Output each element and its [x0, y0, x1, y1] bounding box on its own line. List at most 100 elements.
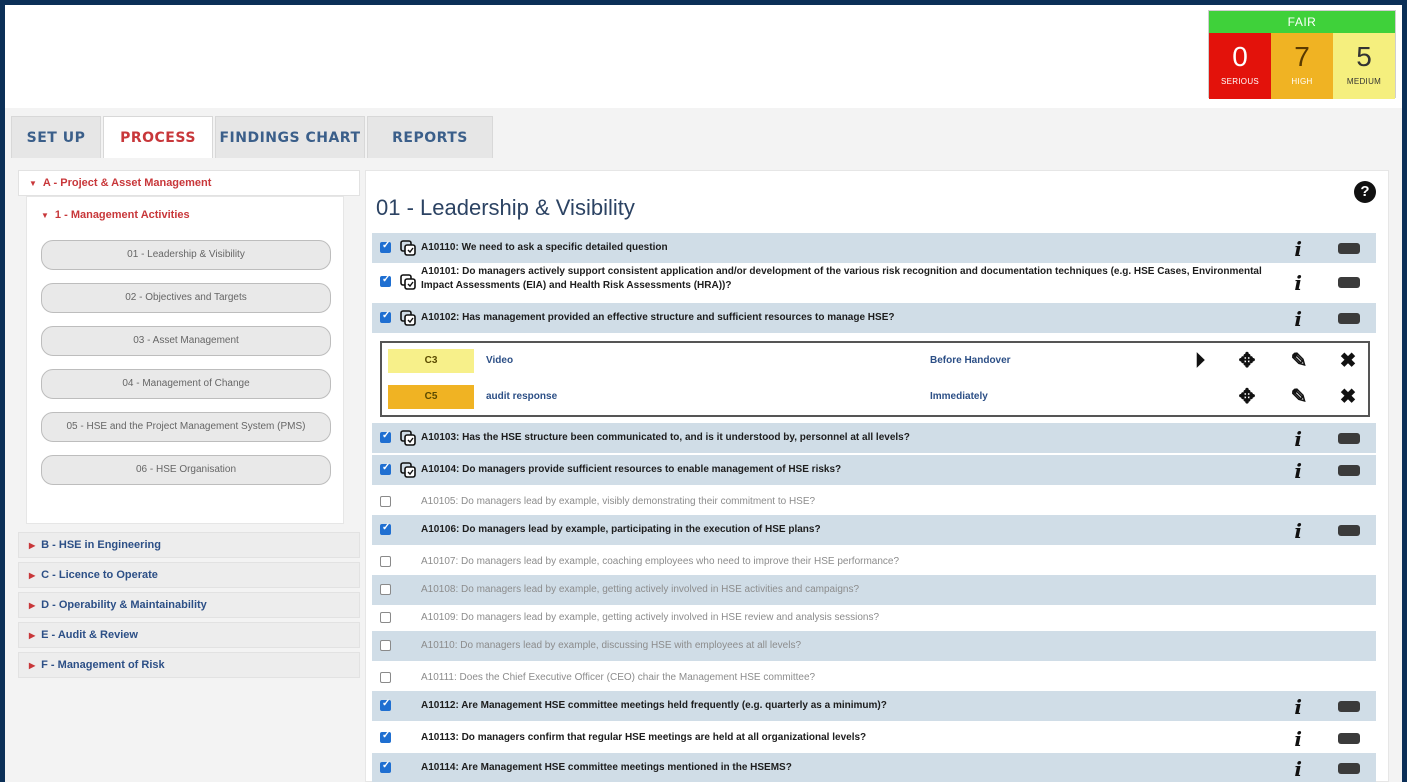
tag-icon[interactable] [1338, 277, 1360, 288]
sidebar-section-a[interactable]: ▼ A - Project & Asset Management [18, 170, 360, 196]
help-icon[interactable]: ? [1354, 181, 1376, 203]
play-icon[interactable]: ⏵ [1188, 349, 1212, 373]
action-code: C3 [388, 349, 474, 373]
question-text: A10113: Do managers confirm that regular… [421, 732, 867, 743]
serious-label: SERIOUS [1220, 77, 1260, 86]
sidebar-section-f[interactable]: ▶ F - Management of Risk [18, 652, 360, 678]
info-icon[interactable]: i [1294, 757, 1302, 781]
question-checkbox[interactable] [380, 640, 391, 651]
move-icon[interactable]: ✥ [1235, 385, 1259, 409]
info-icon[interactable]: i [1294, 459, 1302, 483]
caret-right-icon: ▶ [29, 541, 36, 550]
question-text: A10104: Do managers provide sufficient r… [421, 464, 842, 475]
action-code: C5 [388, 385, 474, 409]
copy-icon[interactable] [400, 310, 416, 326]
action-timing: Before Handover [930, 355, 1011, 366]
tag-icon[interactable] [1338, 733, 1360, 744]
action-description: audit response [486, 391, 558, 402]
question-checkbox[interactable] [380, 612, 391, 623]
sidebar-section-label: D - Operability & Maintainability [41, 599, 207, 611]
sidebar-section-b[interactable]: ▶ B - HSE in Engineering [18, 532, 360, 558]
caret-down-icon: ▼ [41, 211, 49, 220]
move-icon[interactable]: ✥ [1235, 349, 1259, 373]
caret-right-icon: ▶ [29, 631, 36, 640]
sidebar-section-label: E - Audit & Review [41, 629, 138, 641]
question-checkbox[interactable] [380, 310, 391, 323]
question-checkbox[interactable] [380, 430, 391, 443]
question-text: A10103: Has the HSE structure been commu… [421, 432, 910, 443]
edit-icon[interactable]: ✎ [1287, 349, 1311, 373]
serious-count: 0 SERIOUS [1209, 33, 1271, 99]
sidebar-item-leadership[interactable]: 01 - Leadership & Visibility [41, 240, 331, 270]
question-checkbox[interactable] [380, 730, 391, 743]
sidebar-section-d[interactable]: ▶ D - Operability & Maintainability [18, 592, 360, 618]
question-text: A10107: Do managers lead by example, coa… [421, 556, 900, 567]
info-icon[interactable]: i [1294, 237, 1302, 261]
tab-set-up[interactable]: SET UP [11, 116, 101, 158]
info-icon[interactable]: i [1294, 307, 1302, 331]
subsection-management-activities[interactable]: ▼ 1 - Management Activities [35, 203, 335, 227]
question-checkbox[interactable] [380, 556, 391, 567]
question-text: A10110: We need to ask a specific detail… [421, 242, 668, 253]
sidebar-item-hse-pms[interactable]: 05 - HSE and the Project Management Syst… [41, 412, 331, 442]
tab-bar: SET UP PROCESS FINDINGS CHART REPORTS [5, 108, 1402, 158]
question-checkbox[interactable] [380, 274, 391, 287]
question-text: A10112: Are Management HSE committee mee… [421, 700, 887, 711]
question-row: A10102: Has management provided an effec… [372, 303, 1376, 333]
sidebar-item-management-of-change[interactable]: 04 - Management of Change [41, 369, 331, 399]
tab-findings-chart[interactable]: FINDINGS CHART [215, 116, 365, 158]
tag-icon[interactable] [1338, 701, 1360, 712]
question-checkbox[interactable] [380, 462, 391, 475]
question-row: A10101: Do managers actively support con… [372, 263, 1376, 301]
tag-icon[interactable] [1338, 525, 1360, 536]
question-row: A10110: We need to ask a specific detail… [372, 233, 1376, 263]
info-icon[interactable]: i [1294, 519, 1302, 543]
copy-icon[interactable] [400, 462, 416, 478]
tab-process[interactable]: PROCESS [103, 116, 213, 158]
info-icon[interactable]: i [1294, 727, 1302, 751]
sidebar-item-asset-management[interactable]: 03 - Asset Management [41, 326, 331, 356]
sidebar-section-a-label: A - Project & Asset Management [42, 177, 212, 189]
question-checkbox[interactable] [380, 672, 391, 683]
question-checkbox[interactable] [380, 240, 391, 253]
tag-icon[interactable] [1338, 763, 1360, 774]
question-text: A10101: Do managers actively support con… [421, 266, 1262, 291]
sidebar-item-objectives[interactable]: 02 - Objectives and Targets [41, 283, 331, 313]
sidebar-section-c[interactable]: ▶ C - Licence to Operate [18, 562, 360, 588]
question-row: A10112: Are Management HSE committee mee… [372, 691, 1376, 721]
question-checkbox[interactable] [380, 522, 391, 535]
medium-value: 5 [1356, 41, 1372, 72]
tag-icon[interactable] [1338, 313, 1360, 324]
tab-reports[interactable]: REPORTS [367, 116, 493, 158]
app-frame: FAIR 0 SERIOUS 7 HIGH 5 MEDIUM SET UP PR… [5, 5, 1402, 782]
medium-count: 5 MEDIUM [1333, 33, 1395, 99]
action-row: C3 Video Before Handover ⏵ ✥ ✎ ✖ [382, 343, 1368, 379]
copy-icon[interactable] [400, 430, 416, 446]
tag-icon[interactable] [1338, 243, 1360, 254]
question-checkbox[interactable] [380, 496, 391, 507]
question-row: A10110: Do managers lead by example, dis… [372, 631, 1376, 661]
caret-right-icon: ▶ [29, 661, 36, 670]
question-row: A10103: Has the HSE structure been commu… [372, 423, 1376, 453]
delete-icon[interactable]: ✖ [1336, 385, 1360, 409]
info-icon[interactable]: i [1294, 695, 1302, 719]
serious-value: 0 [1232, 41, 1248, 72]
copy-icon[interactable] [400, 240, 416, 256]
question-text: A10111: Does the Chief Executive Officer… [421, 672, 816, 683]
info-icon[interactable]: i [1294, 427, 1302, 451]
question-checkbox[interactable] [380, 760, 391, 773]
sidebar-section-e[interactable]: ▶ E - Audit & Review [18, 622, 360, 648]
delete-icon[interactable]: ✖ [1336, 349, 1360, 373]
sidebar-section-label: C - Licence to Operate [41, 569, 158, 581]
sidebar: ▼ A - Project & Asset Management ▼ 1 - Man… [18, 170, 360, 682]
copy-icon[interactable] [400, 274, 416, 290]
info-icon[interactable]: i [1294, 271, 1302, 295]
sidebar-item-hse-organisation[interactable]: 06 - HSE Organisation [41, 455, 331, 485]
question-text: A10109: Do managers lead by example, get… [421, 612, 880, 623]
question-checkbox[interactable] [380, 698, 391, 711]
tag-icon[interactable] [1338, 465, 1360, 476]
tag-icon[interactable] [1338, 433, 1360, 444]
edit-icon[interactable]: ✎ [1287, 385, 1311, 409]
question-checkbox[interactable] [380, 584, 391, 595]
action-description: Video [486, 355, 514, 366]
